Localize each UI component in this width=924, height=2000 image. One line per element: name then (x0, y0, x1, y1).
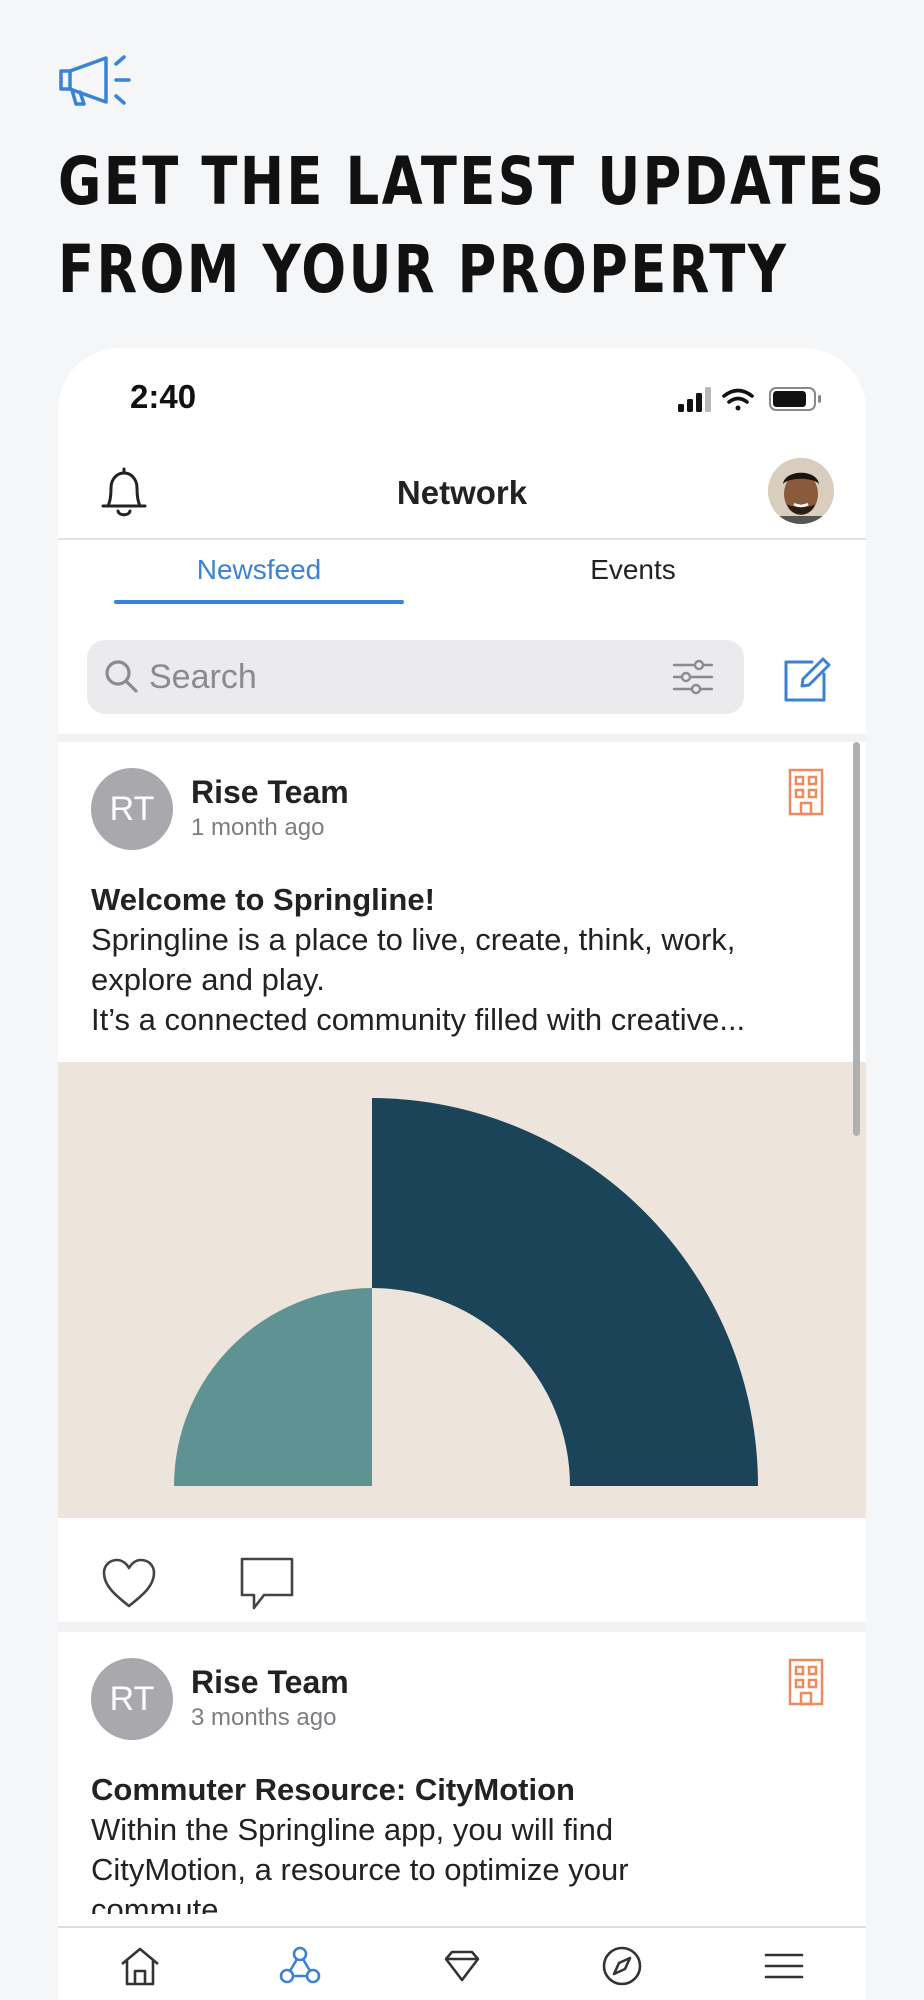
post-body-line: Within the Springline app, you will find (91, 1812, 614, 1847)
megaphone-icon (59, 55, 131, 106)
tab-events[interactable]: Events (518, 554, 748, 586)
post-image[interactable] (58, 1062, 866, 1518)
status-time: 2:40 (130, 378, 197, 415)
compose-icon[interactable] (782, 654, 832, 704)
post-body-line: explore and play. (91, 962, 325, 997)
tab-bar: Newsfeed Events (58, 540, 866, 608)
wifi-icon (722, 388, 754, 411)
post-body: Within the Springline app, you will find… (91, 1810, 831, 1914)
post-body-line: It’s a connected community filled with c… (91, 1002, 746, 1037)
status-icons (678, 387, 821, 412)
compass-icon[interactable] (600, 1944, 644, 1988)
building-icon (788, 768, 824, 816)
post-card[interactable]: RT Rise Team 1 month ago Welcome to Spri… (58, 742, 866, 1622)
post-author[interactable]: Rise Team (191, 774, 349, 811)
post-card[interactable]: RT Rise Team 3 months ago Commuter Resou… (58, 1632, 866, 1914)
active-tab-indicator (114, 600, 404, 604)
scrollbar[interactable] (853, 742, 860, 1136)
network-icon[interactable] (278, 1944, 322, 1988)
bottom-nav (58, 1926, 866, 2000)
profile-photo (768, 458, 834, 524)
signal-icon (678, 387, 711, 412)
search-input[interactable]: Search (87, 640, 744, 714)
battery-icon (769, 387, 821, 411)
post-actions (58, 1518, 866, 1622)
post-body-line: Springline is a place to live, create, t… (91, 922, 736, 957)
newsfeed[interactable]: RT Rise Team 1 month ago Welcome to Spri… (58, 734, 866, 1914)
tab-newsfeed[interactable]: Newsfeed (114, 554, 404, 586)
promo-headline: GET THE LATEST UPDATES FROM YOUR PROPERT… (58, 138, 887, 314)
page-title: Network (396, 474, 528, 511)
post-title: Commuter Resource: CityMotion (91, 1772, 575, 1807)
post-title: Welcome to Springline! (91, 882, 435, 917)
home-icon[interactable] (118, 1944, 162, 1988)
status-bar: 2:40 (58, 348, 866, 444)
app-header: Network (58, 452, 866, 540)
headline-line-1: GET THE LATEST UPDATES (58, 143, 887, 220)
building-icon (788, 1658, 824, 1706)
phone-mockup: 2:40 Network Newsfeed Events Search RT R… (58, 348, 866, 2000)
headline-line-2: FROM YOUR PROPERTY (58, 231, 789, 308)
post-timestamp: 3 months ago (191, 1704, 337, 1731)
post-avatar[interactable]: RT (91, 768, 173, 850)
comment-icon[interactable] (239, 1556, 295, 1612)
heart-icon[interactable] (100, 1556, 158, 1610)
menu-icon[interactable] (762, 1944, 806, 1988)
search-placeholder: Search (149, 658, 257, 696)
search-icon (105, 660, 138, 693)
post-timestamp: 1 month ago (191, 814, 325, 841)
avatar[interactable] (768, 458, 834, 524)
filter-icon[interactable] (672, 658, 714, 696)
post-avatar[interactable]: RT (91, 1658, 173, 1740)
post-author[interactable]: Rise Team (191, 1664, 349, 1701)
post-body-line: commute.... (91, 1892, 253, 1914)
post-body: Springline is a place to live, create, t… (91, 920, 831, 1040)
post-body-line: CityMotion, a resource to optimize your (91, 1852, 629, 1887)
diamond-icon[interactable] (440, 1944, 484, 1988)
